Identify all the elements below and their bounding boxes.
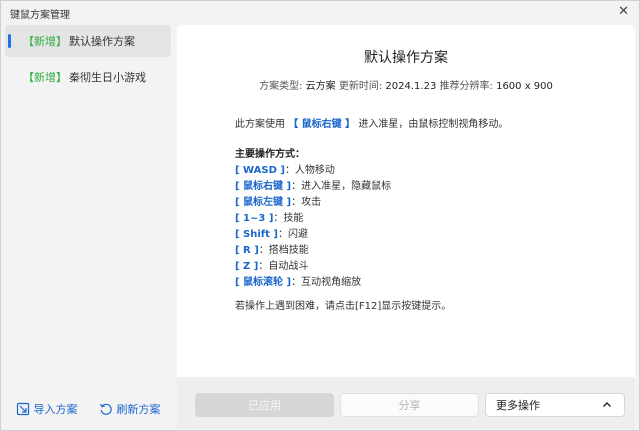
import-icon xyxy=(16,402,29,416)
control-row: [ Z ]：自动战斗 xyxy=(235,259,615,275)
chevron-up-icon xyxy=(603,402,611,407)
intro-text: 此方案使用 xyxy=(235,119,285,130)
control-key: [ 1~3 ] xyxy=(235,213,274,224)
window-title: 键鼠方案管理 xyxy=(10,10,70,21)
control-key: [ 鼠标右键 ] xyxy=(235,181,292,192)
control-row: [ 1~3 ]：技能 xyxy=(235,211,615,227)
control-desc: ：互动视角缩放 xyxy=(291,277,362,288)
share-button[interactable]: 分享 xyxy=(340,393,479,417)
plan-description: 此方案使用 【 鼠标右键 】 进入准星，由鼠标控制视角移动。 主要操作方式： [… xyxy=(235,117,615,315)
control-key: [ R ] xyxy=(235,245,259,256)
updated-label: 更新时间: xyxy=(338,81,383,92)
refresh-icon xyxy=(99,403,112,415)
action-bar: 已应用 分享 更多操作 xyxy=(177,377,635,429)
updated-value: 2024.1.23 xyxy=(385,81,437,92)
close-icon[interactable]: ✕ xyxy=(618,4,629,19)
control-key: [ Shift ] xyxy=(235,229,278,240)
intro-line: 此方案使用 【 鼠标右键 】 进入准星，由鼠标控制视角移动。 xyxy=(235,117,615,133)
control-desc: ：技能 xyxy=(273,213,304,224)
import-plan-button[interactable]: 导入方案 xyxy=(16,401,78,417)
more-actions-label: 更多操作 xyxy=(496,399,540,412)
control-key: [ Z ] xyxy=(235,261,259,272)
control-row: [ 鼠标左键 ]：攻击 xyxy=(235,195,615,211)
applied-button[interactable]: 已应用 xyxy=(195,393,334,417)
sidebar-item-default-plan[interactable]: 【新增】 默认操作方案 xyxy=(5,25,171,57)
scheme-manager-window: 键鼠方案管理 ✕ 【新增】 默认操作方案 【新增】 秦彻生日小游戏 导入方案 刷… xyxy=(0,0,640,431)
sidebar-item-label: 默认操作方案 xyxy=(69,35,135,48)
new-tag: 【新增】 xyxy=(23,71,67,84)
control-desc: ：进入准星，隐藏鼠标 xyxy=(291,181,392,192)
new-tag: 【新增】 xyxy=(23,35,67,48)
plan-title: 默认操作方案 xyxy=(364,50,448,66)
refresh-plan-button[interactable]: 刷新方案 xyxy=(99,401,161,417)
control-row: [ R ]：搭档技能 xyxy=(235,243,615,259)
control-row: [ WASD ]：人物移动 xyxy=(235,163,615,179)
type-value: 云方案 xyxy=(305,81,336,92)
control-desc: ：自动战斗 xyxy=(258,261,309,272)
refresh-plan-label: 刷新方案 xyxy=(116,403,161,416)
type-label: 方案类型: xyxy=(259,81,303,92)
controls-heading: 主要操作方式： xyxy=(235,149,305,160)
resolution-label: 推荐分辨率: xyxy=(439,81,493,92)
more-actions-dropdown[interactable]: 更多操作 xyxy=(485,393,625,417)
plan-meta: 方案类型: 云方案 更新时间: 2024.1.23 推荐分辨率: 1600 x … xyxy=(177,77,635,92)
import-plan-label: 导入方案 xyxy=(33,403,78,416)
sidebar: 【新增】 默认操作方案 【新增】 秦彻生日小游戏 导入方案 刷新方案 xyxy=(5,25,171,429)
control-key: [ 鼠标左键 ] xyxy=(235,197,292,208)
control-desc: ：闪避 xyxy=(277,229,308,240)
control-desc: ：人物移动 xyxy=(284,165,335,176)
intro-key: 【 鼠标右键 】 xyxy=(288,119,356,130)
sidebar-item-label: 秦彻生日小游戏 xyxy=(69,71,146,84)
sidebar-footer: 导入方案 刷新方案 xyxy=(5,401,171,417)
sidebar-item-birthday-game[interactable]: 【新增】 秦彻生日小游戏 xyxy=(5,61,171,93)
control-key: [ WASD ] xyxy=(235,165,285,176)
control-row: [ 鼠标右键 ]：进入准星，隐藏鼠标 xyxy=(235,179,615,195)
control-desc: ：攻击 xyxy=(291,197,322,208)
control-row: [ Shift ]：闪避 xyxy=(235,227,615,243)
resolution-value: 1600 x 900 xyxy=(496,81,553,92)
control-key: [ 鼠标滚轮 ] xyxy=(235,277,292,288)
help-tip: 若操作上遇到困难，请点击[F12]显示按键提示。 xyxy=(235,301,452,312)
intro-text-after: 进入准星，由鼠标控制视角移动。 xyxy=(358,119,509,130)
plan-detail-panel: 默认操作方案 方案类型: 云方案 更新时间: 2024.1.23 推荐分辨率: … xyxy=(177,25,635,377)
control-row: [ 鼠标滚轮 ]：互动视角缩放 xyxy=(235,275,615,291)
title-bar: 键鼠方案管理 ✕ xyxy=(1,1,639,25)
control-desc: ：搭档技能 xyxy=(258,245,309,256)
